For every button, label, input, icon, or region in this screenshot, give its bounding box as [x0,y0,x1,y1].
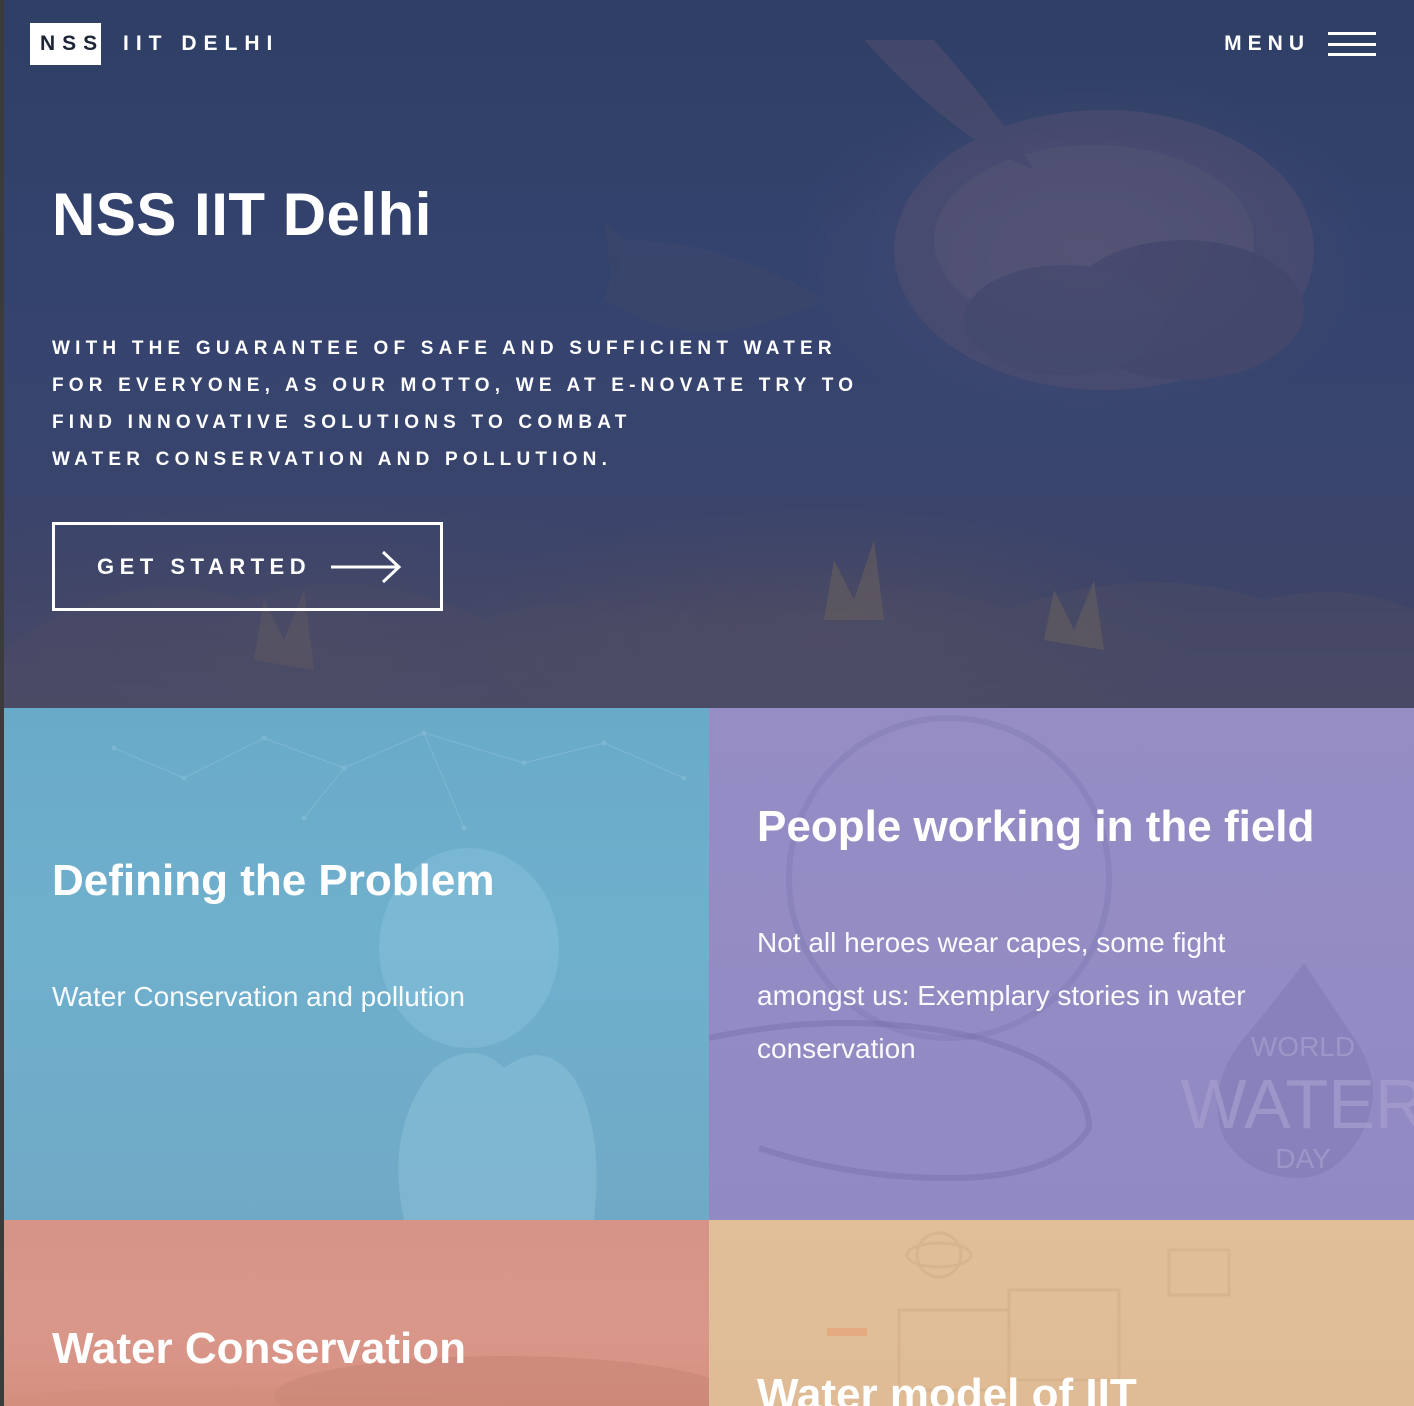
brand-logo[interactable]: NSS IIT DELHI [30,23,279,65]
tile-description-line: Not all heroes wear capes, some fight [757,927,1226,958]
brand-subtitle: IIT DELHI [123,32,280,55]
hero-tagline-line: WATER CONSERVATION AND POLLUTION. [52,449,613,470]
tile-title: Defining the Problem [52,856,495,905]
menu-button[interactable]: MENU [1224,32,1376,56]
tile-title: People working in the field [757,802,1315,851]
arrow-right-icon [331,550,402,583]
hero-tagline-line: FOR EVERYONE, AS OUR MOTTO, WE AT E-NOVA… [52,375,859,396]
tile-description-line: amongst us: Exemplary stories in water [757,980,1246,1011]
world-water-day-art-top: WORLD [1251,1031,1355,1062]
tile-description: Water Conservation and pollution [52,981,465,1012]
tile-people-working[interactable]: WORLD WATER DAY People working in the fi… [709,708,1414,1220]
brand-box: NSS [30,23,101,65]
tile-title: Water model of IIT [757,1370,1137,1406]
tile-description: Not all heroes wear capes, some fight am… [757,916,1246,1075]
tile-water-conservation[interactable]: Water Conservation [4,1220,709,1406]
lightbulb-hand-illustration [111,730,687,1220]
hero-tagline: WITH THE GUARANTEE OF SAFE AND SUFFICIEN… [52,330,912,478]
get-started-button[interactable]: GET STARTED [52,522,443,611]
page-title: NSS IIT Delhi [52,181,432,248]
top-bar: NSS IIT DELHI MENU [30,23,1376,65]
tile-water-model[interactable]: Water model of IIT [709,1220,1414,1406]
world-water-day-art-mid: WATER [1181,1065,1414,1143]
tile-description-line: conservation [757,1033,916,1064]
world-water-day-art-bottom: DAY [1275,1143,1331,1174]
hero-section: NSS IIT DELHI MENU NSS IIT Delhi WITH TH… [4,0,1414,708]
get-started-label: GET STARTED [97,553,312,579]
hero-tagline-line: WITH THE GUARANTEE OF SAFE AND SUFFICIEN… [52,338,837,359]
hamburger-icon [1328,32,1376,56]
page: NSS IIT DELHI MENU NSS IIT Delhi WITH TH… [0,0,1414,1406]
menu-label: MENU [1224,32,1310,55]
water-conservation-illustration [4,1356,709,1406]
left-edge [0,0,4,1406]
tile-title: Water Conservation [52,1324,467,1373]
tile-defining-problem[interactable]: Defining the Problem Water Conservation … [4,708,709,1220]
hero-tagline-line: FIND INNOVATIVE SOLUTIONS TO COMBAT [52,412,632,433]
